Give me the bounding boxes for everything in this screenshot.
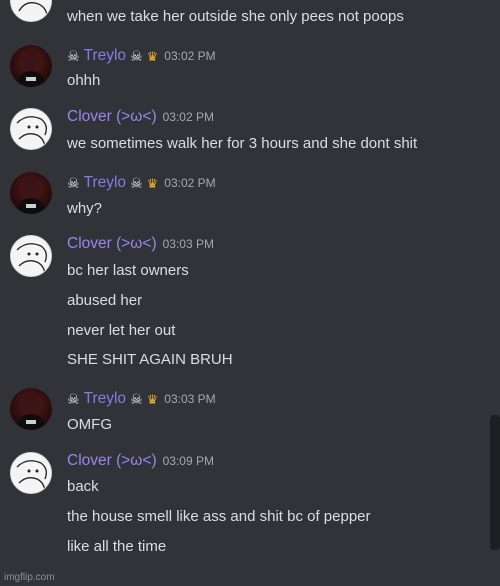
avatar-treylo[interactable] — [10, 388, 52, 430]
message-text: never let her out — [67, 322, 176, 339]
message-text: like all the time — [67, 538, 167, 555]
skull-crossbones-icon: ☠ — [67, 48, 80, 64]
message-text: SHE SHIT AGAIN BRUH — [67, 351, 233, 368]
message-header: Clover (>ω<) 03:03 PM — [67, 233, 214, 255]
username[interactable]: Clover (>ω<) — [67, 108, 157, 126]
watermark: imgflip.com — [4, 572, 55, 583]
avatar-treylo[interactable] — [10, 172, 52, 214]
message-text: when we take her outside she only pees n… — [67, 8, 404, 25]
message-text: the house smell like ass and shit bc of … — [67, 508, 371, 525]
skull-crossbones-icon: ☠ — [130, 391, 143, 407]
crown-icon: ♛ — [146, 175, 159, 191]
message-text: why? — [67, 200, 103, 217]
avatar-treylo[interactable] — [10, 45, 52, 87]
username[interactable]: Treylo — [84, 390, 127, 408]
message-text: abused her — [67, 292, 143, 309]
message-text: back — [67, 478, 99, 495]
message-text: ohhh — [67, 72, 101, 89]
timestamp: 03:02 PM — [164, 176, 216, 190]
timestamp: 03:02 PM — [164, 49, 216, 63]
chat-log: when we take her outside she only pees n… — [0, 0, 500, 586]
message-header: Clover (>ω<) 03:09 PM — [67, 450, 214, 472]
avatar-clover[interactable] — [10, 452, 52, 494]
message-text: bc her last owners — [67, 262, 189, 279]
username[interactable]: Treylo — [84, 47, 127, 65]
skull-crossbones-icon: ☠ — [130, 48, 143, 64]
skull-crossbones-icon: ☠ — [130, 175, 143, 191]
message-text: we sometimes walk her for 3 hours and sh… — [67, 135, 418, 152]
timestamp: 03:02 PM — [162, 110, 214, 124]
skull-crossbones-icon: ☠ — [67, 175, 80, 191]
message-header: ☠ Treylo ☠ ♛ 03:02 PM — [67, 45, 216, 67]
timestamp: 03:03 PM — [162, 237, 214, 251]
avatar-clover[interactable] — [10, 0, 52, 22]
message-header: ☠ Treylo ☠ ♛ 03:02 PM — [67, 172, 216, 194]
message-header: Clover (>ω<) 03:02 PM — [67, 106, 214, 128]
avatar-clover[interactable] — [10, 108, 52, 150]
avatar-clover[interactable] — [10, 235, 52, 277]
timestamp: 03:03 PM — [164, 392, 216, 406]
scrollbar[interactable] — [490, 415, 500, 550]
username[interactable]: Clover (>ω<) — [67, 235, 157, 253]
timestamp: 03:09 PM — [162, 454, 214, 468]
message-text: OMFG — [67, 416, 112, 433]
crown-icon: ♛ — [146, 48, 159, 64]
username[interactable]: Treylo — [84, 174, 127, 192]
crown-icon: ♛ — [146, 391, 159, 407]
message-header: ☠ Treylo ☠ ♛ 03:03 PM — [67, 388, 216, 410]
username[interactable]: Clover (>ω<) — [67, 452, 157, 470]
skull-crossbones-icon: ☠ — [67, 391, 80, 407]
